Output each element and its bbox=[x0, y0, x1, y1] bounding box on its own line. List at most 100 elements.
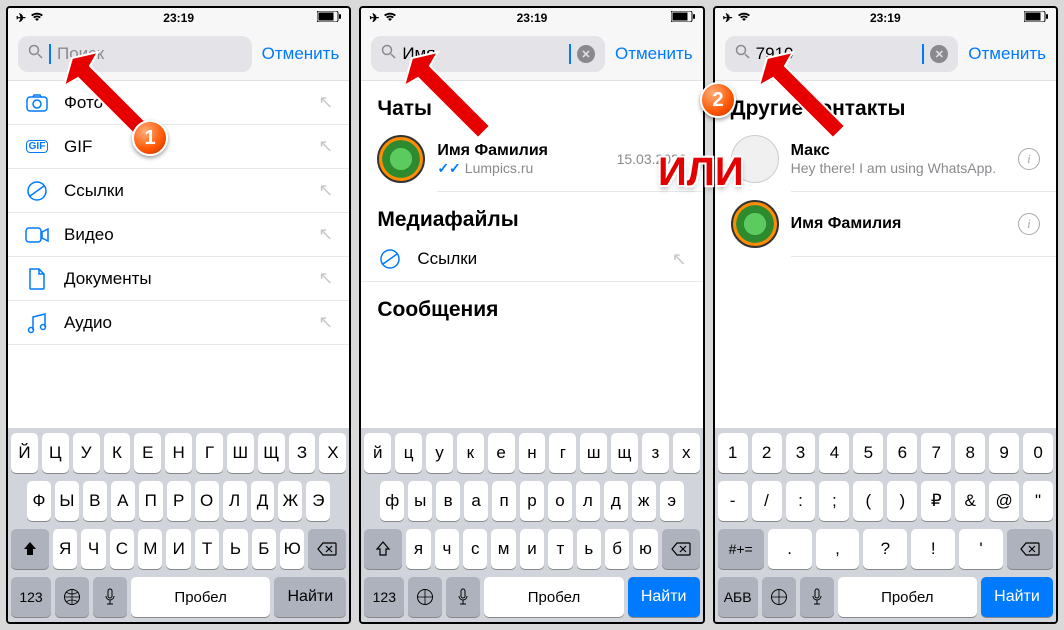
key-([interactable]: ( bbox=[853, 481, 883, 521]
numbers-key[interactable]: 123 bbox=[364, 577, 404, 617]
key-ы[interactable]: ы bbox=[408, 481, 432, 521]
key-ж[interactable]: ж bbox=[632, 481, 656, 521]
key-&[interactable]: & bbox=[955, 481, 985, 521]
key-Ш[interactable]: Ш bbox=[227, 433, 254, 473]
key-Н[interactable]: Н bbox=[165, 433, 192, 473]
key-О[interactable]: О bbox=[195, 481, 219, 521]
key-Г[interactable]: Г bbox=[196, 433, 223, 473]
key-Б[interactable]: Б bbox=[252, 529, 276, 569]
numbers-key[interactable]: 123 bbox=[11, 577, 51, 617]
key-П[interactable]: П bbox=[139, 481, 163, 521]
key-и[interactable]: и bbox=[520, 529, 544, 569]
globe-key[interactable] bbox=[762, 577, 796, 617]
key-9[interactable]: 9 bbox=[989, 433, 1019, 473]
backspace-key[interactable] bbox=[662, 529, 700, 569]
key-7[interactable]: 7 bbox=[921, 433, 951, 473]
key-ш[interactable]: ш bbox=[580, 433, 607, 473]
keyboard[interactable]: йцукенгшщзх фывапролджэ ячсмитьбю 123 Пр… bbox=[361, 428, 702, 622]
key-'[interactable]: ' bbox=[959, 529, 1003, 569]
key-В[interactable]: В bbox=[83, 481, 107, 521]
find-key[interactable]: Найти bbox=[981, 577, 1053, 617]
clear-icon[interactable]: ✕ bbox=[577, 45, 595, 63]
key-Т[interactable]: Т bbox=[195, 529, 219, 569]
alt-key[interactable]: #+= bbox=[718, 529, 764, 569]
category-audio[interactable]: Аудио ↖ bbox=[8, 301, 349, 345]
media-links-row[interactable]: Ссылки ↖ bbox=[361, 238, 702, 282]
category-video[interactable]: Видео ↖ bbox=[8, 213, 349, 257]
category-gif[interactable]: GIF GIF ↖ bbox=[8, 125, 349, 169]
key-М[interactable]: М bbox=[138, 529, 162, 569]
contact-row[interactable]: Макс Hey there! I am using WhatsApp. i bbox=[715, 127, 1056, 191]
globe-key[interactable] bbox=[408, 577, 442, 617]
key-/[interactable]: / bbox=[752, 481, 782, 521]
key-Ц[interactable]: Ц bbox=[42, 433, 69, 473]
key-й[interactable]: й bbox=[364, 433, 391, 473]
key-?[interactable]: ? bbox=[863, 529, 907, 569]
key-К[interactable]: К bbox=[104, 433, 131, 473]
key-У[interactable]: У bbox=[73, 433, 100, 473]
key-Я[interactable]: Я bbox=[53, 529, 77, 569]
key-Ж[interactable]: Ж bbox=[278, 481, 302, 521]
info-icon[interactable]: i bbox=[1018, 213, 1040, 235]
backspace-key[interactable] bbox=[1007, 529, 1053, 569]
key-т[interactable]: т bbox=[548, 529, 572, 569]
key-р[interactable]: р bbox=[520, 481, 544, 521]
key-С[interactable]: С bbox=[110, 529, 134, 569]
key-я[interactable]: я bbox=[406, 529, 430, 569]
keyboard[interactable]: 1234567890 -/:;()₽&@" #+= .,?!' АБВ Проб… bbox=[715, 428, 1056, 622]
key-.[interactable]: . bbox=[768, 529, 812, 569]
key-Щ[interactable]: Щ bbox=[258, 433, 285, 473]
cancel-button[interactable]: Отменить bbox=[262, 44, 340, 64]
key-Й[interactable]: Й bbox=[11, 433, 38, 473]
category-links[interactable]: Ссылки ↖ bbox=[8, 169, 349, 213]
key-@[interactable]: @ bbox=[989, 481, 1019, 521]
key-А[interactable]: А bbox=[111, 481, 135, 521]
find-key[interactable]: Найти bbox=[628, 577, 700, 617]
key-б[interactable]: б bbox=[605, 529, 629, 569]
key-0[interactable]: 0 bbox=[1023, 433, 1053, 473]
key-л[interactable]: л bbox=[576, 481, 600, 521]
key-2[interactable]: 2 bbox=[752, 433, 782, 473]
key-Е[interactable]: Е bbox=[134, 433, 161, 473]
key-Р[interactable]: Р bbox=[167, 481, 191, 521]
key-м[interactable]: м bbox=[491, 529, 515, 569]
key-,[interactable]: , bbox=[816, 529, 860, 569]
search-field[interactable]: Имя ✕ bbox=[371, 36, 605, 72]
key-Э[interactable]: Э bbox=[306, 481, 330, 521]
shift-key[interactable] bbox=[11, 529, 49, 569]
category-docs[interactable]: Документы ↖ bbox=[8, 257, 349, 301]
key-а[interactable]: а bbox=[464, 481, 488, 521]
info-icon[interactable]: i bbox=[1018, 148, 1040, 170]
search-field[interactable]: Поиск bbox=[18, 36, 252, 72]
key-6[interactable]: 6 bbox=[887, 433, 917, 473]
key-ц[interactable]: ц bbox=[395, 433, 422, 473]
key-е[interactable]: е bbox=[488, 433, 515, 473]
key-1[interactable]: 1 bbox=[718, 433, 748, 473]
key-з[interactable]: з bbox=[642, 433, 669, 473]
key-Ф[interactable]: Ф bbox=[27, 481, 51, 521]
key-Ю[interactable]: Ю bbox=[280, 529, 304, 569]
globe-key[interactable] bbox=[55, 577, 89, 617]
key-)[interactable]: ) bbox=[887, 481, 917, 521]
mic-key[interactable] bbox=[800, 577, 834, 617]
key-у[interactable]: у bbox=[426, 433, 453, 473]
key-о[interactable]: о bbox=[548, 481, 572, 521]
contact-row[interactable]: Имя Фамилия i bbox=[715, 192, 1056, 256]
key-с[interactable]: с bbox=[463, 529, 487, 569]
key-ь[interactable]: ь bbox=[577, 529, 601, 569]
key-ю[interactable]: ю bbox=[633, 529, 657, 569]
key-3[interactable]: 3 bbox=[786, 433, 816, 473]
key-ф[interactable]: ф bbox=[380, 481, 404, 521]
space-key[interactable]: Пробел bbox=[131, 577, 270, 617]
space-key[interactable]: Пробел bbox=[484, 577, 623, 617]
key-;[interactable]: ; bbox=[819, 481, 849, 521]
key-₽[interactable]: ₽ bbox=[921, 481, 951, 521]
key-8[interactable]: 8 bbox=[955, 433, 985, 473]
category-photo[interactable]: Фото ↖ bbox=[8, 81, 349, 125]
chat-result-row[interactable]: Имя Фамилия ✓✓Lumpics.ru 15.03.2020 bbox=[361, 127, 702, 191]
backspace-key[interactable] bbox=[308, 529, 346, 569]
key-Ы[interactable]: Ы bbox=[55, 481, 79, 521]
key-щ[interactable]: щ bbox=[611, 433, 638, 473]
mic-key[interactable] bbox=[446, 577, 480, 617]
key-г[interactable]: г bbox=[549, 433, 576, 473]
